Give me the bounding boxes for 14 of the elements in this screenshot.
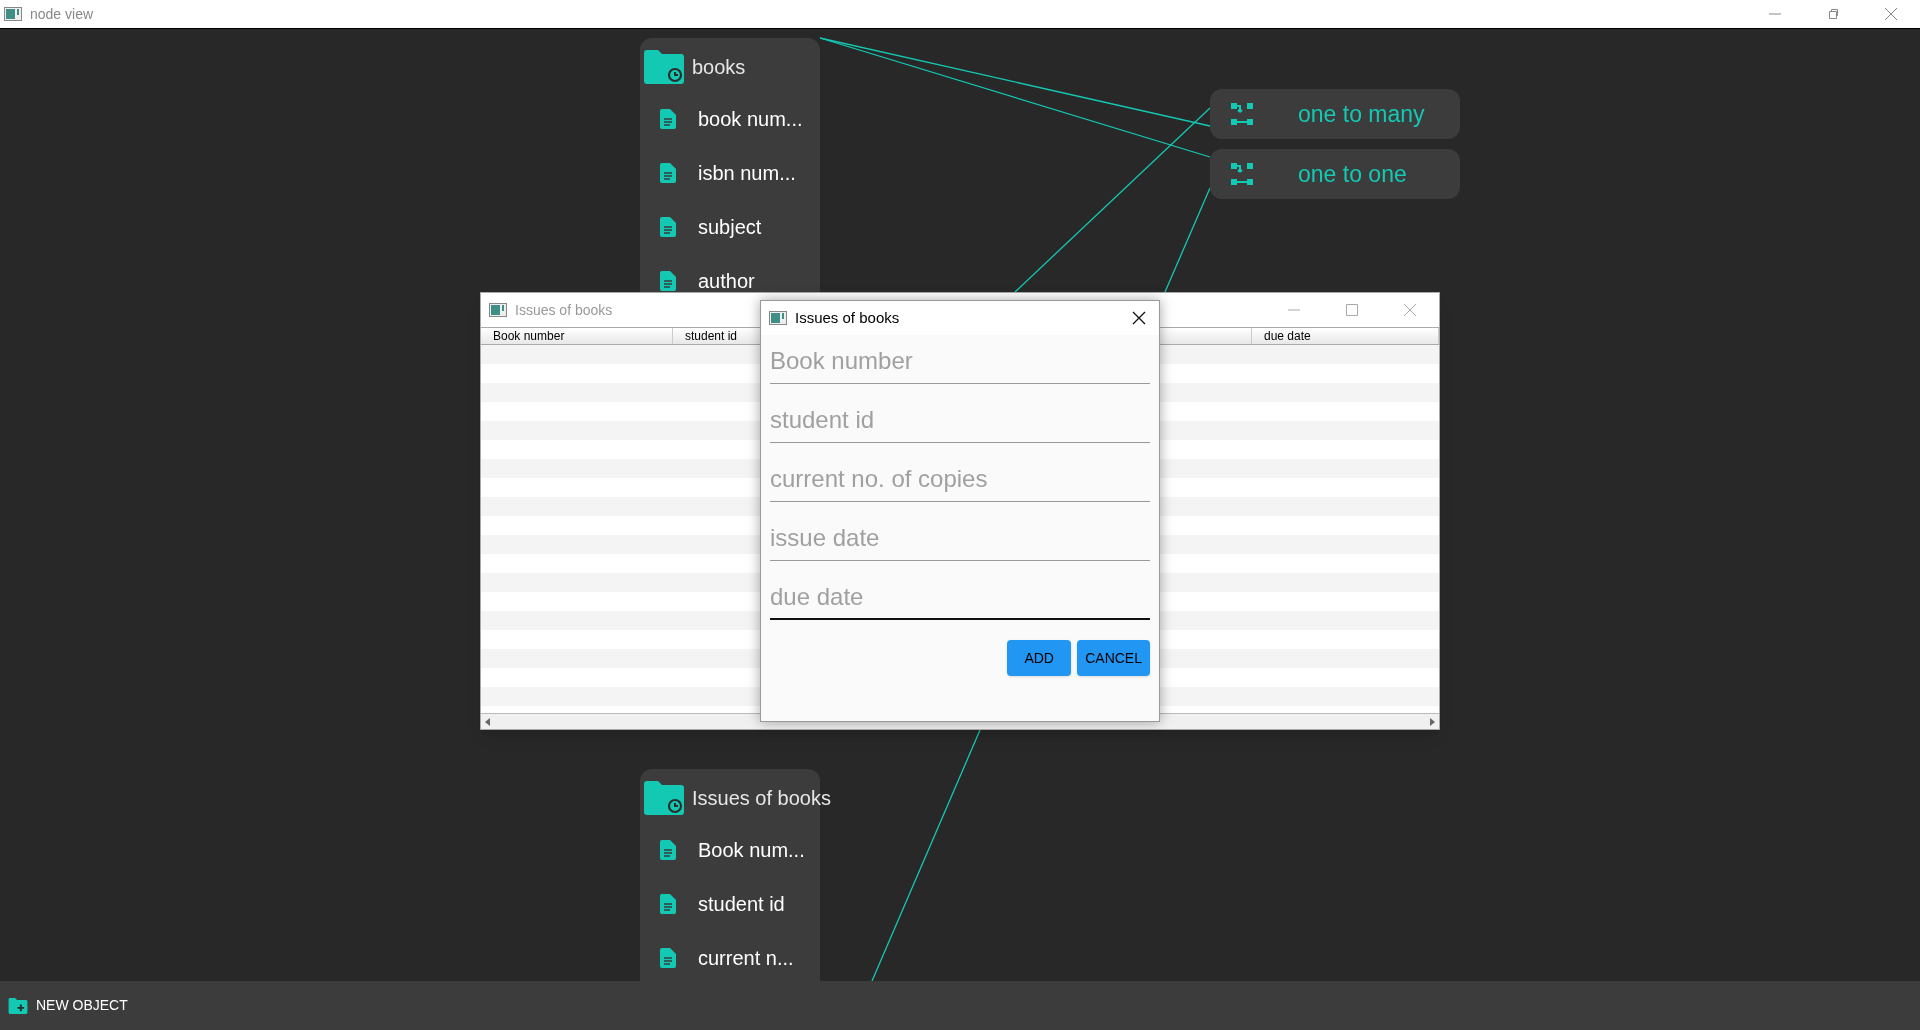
window-title: Issues of books: [515, 300, 613, 320]
node-field: subject: [698, 212, 762, 242]
node-field: Book num...: [698, 835, 805, 865]
node-field: isbn num...: [698, 158, 796, 188]
dialog-title: Issues of books: [795, 307, 901, 328]
window-title: node view: [30, 4, 94, 24]
relation-label: one to many: [1298, 99, 1425, 129]
node-field: author: [698, 266, 755, 296]
node-field: student id: [698, 889, 785, 919]
node-title: Issues of books: [692, 786, 831, 811]
node-field: book num...: [698, 104, 803, 134]
relation-label: one to one: [1298, 159, 1407, 189]
node-field: current n...: [698, 943, 794, 973]
node-title: books: [692, 55, 746, 80]
